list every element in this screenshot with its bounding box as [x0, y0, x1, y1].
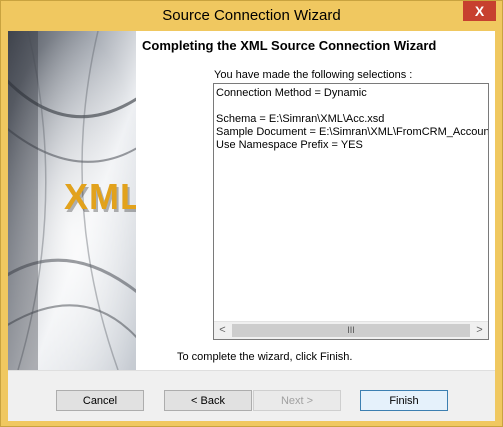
scrollbar-thumb[interactable]: III	[232, 324, 470, 337]
selections-text[interactable]: Connection Method = Dynamic Schema = E:\…	[216, 87, 488, 152]
selections-label: You have made the following selections :	[214, 69, 413, 81]
title-bar[interactable]: Source Connection Wizard X	[1, 1, 502, 31]
horizontal-scrollbar[interactable]: < III >	[214, 321, 488, 339]
wizard-body: XML XML Completing the XML Source Connec…	[8, 31, 495, 421]
page-heading: Completing the XML Source Connection Wiz…	[142, 38, 437, 53]
button-bar: Cancel < Back Next > Finish	[8, 370, 495, 421]
wizard-window: Source Connection Wizard X XML XML Compl…	[0, 0, 503, 427]
back-button[interactable]: < Back	[164, 390, 252, 411]
xml-logo-text: XML	[64, 176, 136, 217]
cancel-button[interactable]: Cancel	[56, 390, 144, 411]
close-button[interactable]: X	[463, 1, 496, 21]
finish-button[interactable]: Finish	[360, 390, 448, 411]
finish-hint: To complete the wizard, click Finish.	[177, 351, 353, 363]
selections-textbox[interactable]: Connection Method = Dynamic Schema = E:\…	[213, 83, 489, 340]
content-panel: Completing the XML Source Connection Wiz…	[136, 31, 495, 370]
window-title: Source Connection Wizard	[162, 7, 341, 24]
next-button[interactable]: Next >	[253, 390, 341, 411]
xml-banner-image: XML XML	[8, 31, 136, 370]
scroll-right-arrow-icon[interactable]: >	[471, 322, 488, 339]
scroll-left-arrow-icon[interactable]: <	[214, 322, 231, 339]
side-image-panel: XML XML	[8, 31, 136, 370]
